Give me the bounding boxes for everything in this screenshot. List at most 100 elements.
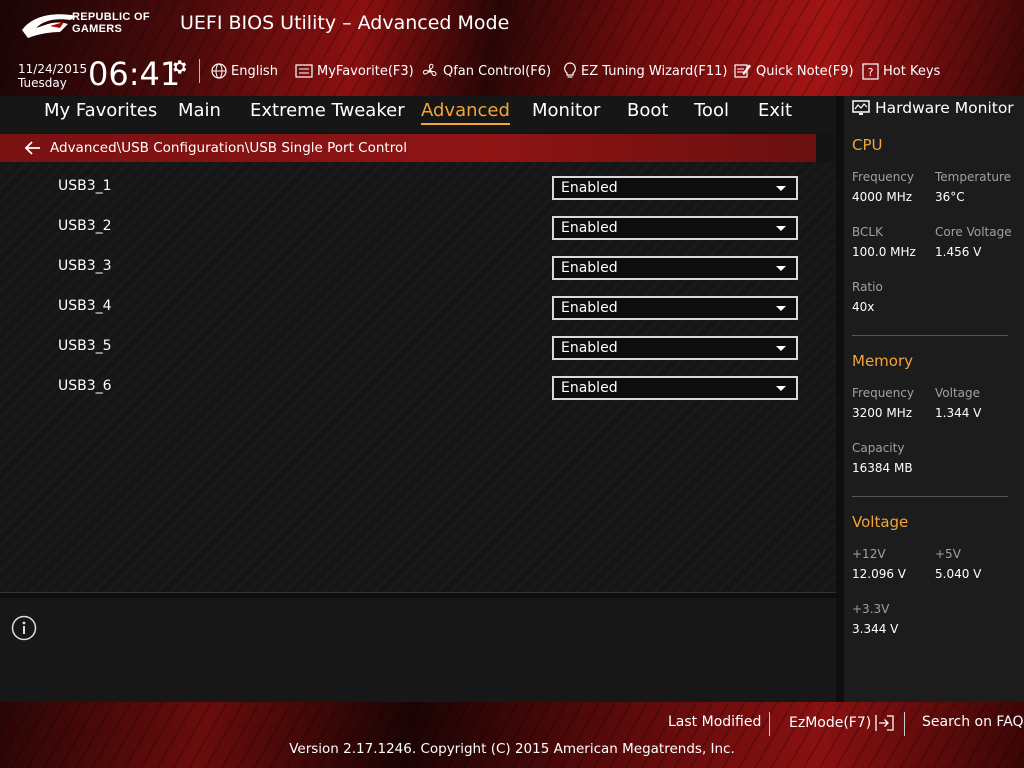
memory-voltage-value: 1.344 V (935, 406, 982, 420)
language-label: English (231, 63, 278, 79)
note-icon (734, 64, 751, 78)
usb3-4-value: Enabled (561, 300, 618, 316)
brand-line-1: REPUBLIC OF (72, 11, 150, 23)
cpu-frequency-value: 4000 MHz (852, 190, 913, 204)
setting-label-usb3-1: USB3_1 (58, 178, 112, 194)
ez-mode-label: EzMode(F7) (789, 715, 872, 731)
dropdown-arrow-icon (776, 306, 786, 311)
dropdown-arrow-icon (776, 226, 786, 231)
tab-boot[interactable]: Boot (627, 100, 668, 121)
gear-icon[interactable] (170, 58, 188, 76)
tab-main[interactable]: Main (178, 100, 221, 121)
svg-text:?: ? (868, 66, 874, 79)
breadcrumb-path: Advanced\USB Configuration\USB Single Po… (50, 140, 407, 156)
quick-note-button[interactable]: Quick Note(F9) (734, 61, 854, 81)
language-button[interactable]: English (211, 61, 278, 81)
setting-label-usb3-2: USB3_2 (58, 218, 112, 234)
hardware-monitor-header: Hardware Monitor (852, 99, 1014, 117)
usb3-5-select[interactable]: Enabled (552, 336, 798, 360)
switch-mode-icon (875, 715, 894, 731)
usb3-1-value: Enabled (561, 180, 618, 196)
usb3-6-select[interactable]: Enabled (552, 376, 798, 400)
setting-label-usb3-5: USB3_5 (58, 338, 112, 354)
voltage-heading: Voltage (852, 513, 909, 531)
setting-label-usb3-4: USB3_4 (58, 298, 112, 314)
lightbulb-icon (564, 62, 576, 78)
usb3-3-value: Enabled (561, 260, 618, 276)
usb3-6-value: Enabled (561, 380, 618, 396)
memory-frequency-value: 3200 MHz (852, 406, 913, 420)
quick-note-label: Quick Note(F9) (756, 63, 854, 79)
v5-label: +5V (935, 547, 961, 561)
usb3-4-select[interactable]: Enabled (552, 296, 798, 320)
help-key-icon: ? (862, 62, 879, 80)
tab-advanced[interactable]: Advanced (421, 100, 510, 125)
qfan-control-button[interactable]: Qfan Control(F6) (421, 61, 551, 81)
info-icon (11, 615, 37, 641)
tab-my-favorites[interactable]: My Favorites (44, 100, 157, 121)
back-arrow-icon[interactable] (24, 140, 42, 156)
dropdown-arrow-icon (776, 186, 786, 191)
memory-divider (852, 496, 1008, 497)
tab-tool[interactable]: Tool (694, 100, 729, 121)
bclk-label: BCLK (852, 225, 883, 239)
copyright-text: Version 2.17.1246. Copyright (C) 2015 Am… (289, 741, 735, 757)
hot-keys-button[interactable]: ? Hot Keys (862, 61, 940, 81)
app-title: UEFI BIOS Utility – Advanced Mode (180, 12, 510, 34)
brand-line-2: GAMERS (72, 23, 123, 35)
monitor-icon (852, 99, 870, 115)
search-faq-button[interactable]: Search on FAQ (922, 714, 1024, 730)
usb3-2-select[interactable]: Enabled (552, 216, 798, 240)
memory-frequency-label: Frequency (852, 386, 914, 400)
cpu-frequency-label: Frequency (852, 170, 914, 184)
tab-monitor[interactable]: Monitor (532, 100, 600, 121)
v33-value: 3.344 V (852, 622, 899, 636)
help-area (0, 598, 836, 702)
usb3-2-value: Enabled (561, 220, 618, 236)
globe-icon (211, 63, 227, 79)
ratio-label: Ratio (852, 280, 883, 294)
qfan-label: Qfan Control(F6) (443, 63, 552, 79)
usb3-3-select[interactable]: Enabled (552, 256, 798, 280)
brand-text: REPUBLIC OF GAMERS (72, 11, 150, 35)
footer-divider (769, 712, 770, 736)
my-favorite-button[interactable]: MyFavorite(F3) (295, 61, 414, 81)
dropdown-arrow-icon (776, 346, 786, 351)
core-voltage-label: Core Voltage (935, 225, 1012, 239)
memory-voltage-label: Voltage (935, 386, 981, 400)
v33-label: +3.3V (852, 602, 890, 616)
fan-icon (422, 63, 437, 77)
capacity-label: Capacity (852, 441, 905, 455)
footer-divider (904, 712, 905, 736)
hardware-monitor-title: Hardware Monitor (875, 99, 1014, 117)
v12-label: +12V (852, 547, 886, 561)
tab-exit[interactable]: Exit (758, 100, 792, 121)
tab-extreme-tweaker[interactable]: Extreme Tweaker (250, 100, 405, 121)
date-display: 11/24/2015 Tuesday (18, 62, 87, 90)
ratio-value: 40x (852, 300, 875, 314)
cpu-temperature-label: Temperature (935, 170, 1012, 184)
usb3-1-select[interactable]: Enabled (552, 176, 798, 200)
clock-time: 06:41 (88, 55, 181, 93)
my-favorite-label: MyFavorite(F3) (317, 63, 414, 79)
core-voltage-value: 1.456 V (935, 245, 982, 259)
footer-bar (0, 702, 1024, 768)
cpu-heading: CPU (852, 136, 883, 154)
hot-keys-label: Hot Keys (883, 63, 941, 79)
setting-label-usb3-6: USB3_6 (58, 378, 112, 394)
ez-mode-button[interactable]: EzMode(F7) (789, 714, 895, 732)
v12-value: 12.096 V (852, 567, 907, 581)
cpu-divider (852, 335, 1008, 336)
cpu-temperature-value: 36°C (935, 190, 965, 204)
ez-tuning-label: EZ Tuning Wizard(F11) (581, 63, 728, 79)
last-modified-button[interactable]: Last Modified (668, 714, 761, 730)
dropdown-arrow-icon (776, 386, 786, 391)
dropdown-arrow-icon (776, 266, 786, 271)
capacity-value: 16384 MB (852, 461, 913, 475)
favorite-list-icon (295, 64, 313, 78)
v5-value: 5.040 V (935, 567, 982, 581)
usb3-5-value: Enabled (561, 340, 618, 356)
date-text: 11/24/2015 (18, 62, 88, 76)
ez-tuning-wizard-button[interactable]: EZ Tuning Wizard(F11) (563, 61, 727, 81)
memory-heading: Memory (852, 352, 914, 370)
